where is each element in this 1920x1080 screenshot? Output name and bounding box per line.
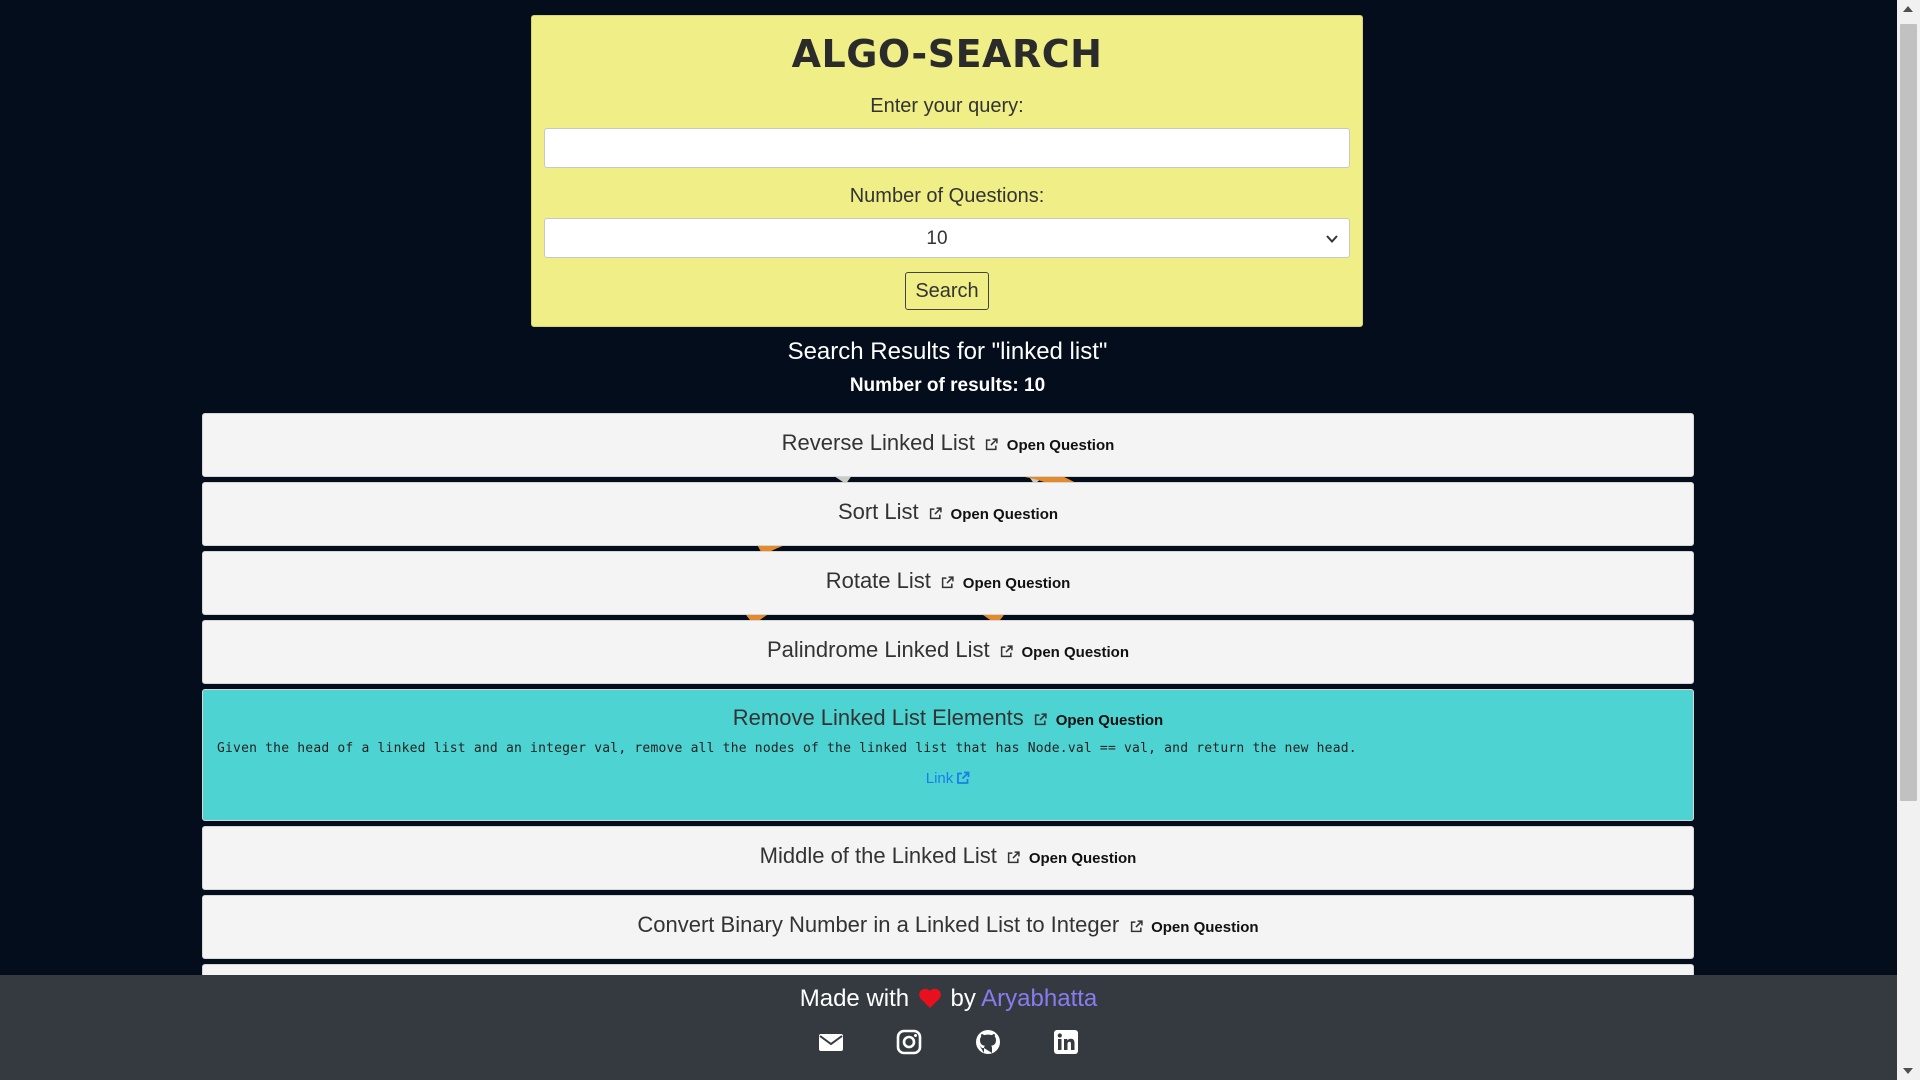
- open-question-link[interactable]: Open Question: [1056, 712, 1164, 729]
- result-title: Palindrome Linked List: [767, 637, 990, 662]
- results-title: Search Results for "linked list": [787, 338, 1108, 365]
- result-title: Sort List: [837, 499, 919, 524]
- social-links: [0, 1029, 1897, 1060]
- open-question-link[interactable]: Open Question: [951, 506, 1059, 523]
- result-link[interactable]: Link: [926, 770, 971, 787]
- github-icon[interactable]: [975, 1029, 1001, 1055]
- results-list: Reverse Linked List Open Question Sort L…: [202, 413, 1694, 1033]
- external-link-icon: [942, 576, 955, 589]
- scroll-up-arrow[interactable]: [1903, 6, 1913, 12]
- external-link-icon: [957, 771, 970, 784]
- result-link-label: Link: [925, 770, 954, 787]
- author-link[interactable]: Aryabhatta: [981, 985, 1097, 1012]
- vertical-scrollbar[interactable]: [1897, 0, 1920, 1080]
- external-link-icon: [1008, 851, 1021, 864]
- num-questions-label: Number of Questions:: [849, 185, 1045, 207]
- num-questions-value: 10: [926, 228, 948, 249]
- heart-icon: [918, 988, 941, 1008]
- result-title: Convert Binary Number in a Linked List t…: [637, 912, 1120, 937]
- result-card[interactable]: Rotate List Open Question: [202, 551, 1694, 615]
- search-card: ALGO-SEARCH Enter your query: Number of …: [531, 15, 1363, 327]
- footer-credit: Made with by Aryabhatta: [0, 985, 1897, 1013]
- result-card[interactable]: Middle of the Linked List Open Question: [202, 826, 1694, 890]
- results-count: Number of results: 10: [849, 375, 1046, 396]
- instagram-icon[interactable]: [896, 1029, 922, 1055]
- search-button[interactable]: Search: [905, 272, 989, 310]
- result-description: Given the head of a linked list and an i…: [217, 741, 1357, 756]
- query-input[interactable]: [544, 128, 1350, 168]
- result-title: Middle of the Linked List: [759, 843, 997, 868]
- open-question-link[interactable]: Open Question: [1021, 644, 1129, 661]
- external-link-icon: [1000, 645, 1013, 658]
- external-link-icon: [986, 438, 999, 451]
- result-card-expanded[interactable]: Remove Linked List Elements Open Questio…: [202, 689, 1694, 821]
- chevron-down-icon: [1326, 235, 1338, 243]
- made-with-text: Made with: [799, 985, 910, 1012]
- num-questions-select[interactable]: 10: [544, 218, 1350, 258]
- external-link-icon: [929, 507, 942, 520]
- by-text: by: [950, 985, 976, 1012]
- scroll-thumb[interactable]: [1900, 24, 1917, 801]
- query-label: Enter your query:: [870, 95, 1024, 117]
- result-card[interactable]: Palindrome Linked List Open Question: [202, 620, 1694, 684]
- result-card[interactable]: Sort List Open Question: [202, 482, 1694, 546]
- external-link-icon: [1035, 713, 1047, 726]
- footer: Made with by Aryabhatta: [0, 975, 1897, 1080]
- result-title: Rotate List: [825, 568, 931, 593]
- open-question-link[interactable]: Open Question: [1151, 919, 1259, 936]
- mail-icon[interactable]: [818, 1029, 844, 1055]
- result-title: Reverse Linked List: [781, 430, 975, 455]
- linkedin-icon[interactable]: [1053, 1029, 1079, 1055]
- scroll-down-arrow[interactable]: [1903, 1068, 1913, 1074]
- app-title: ALGO-SEARCH: [791, 32, 1103, 76]
- open-question-link[interactable]: Open Question: [1029, 850, 1137, 867]
- page: ALGO-SEARCH Enter your query: Number of …: [0, 0, 1897, 1080]
- result-card[interactable]: Convert Binary Number in a Linked List t…: [202, 895, 1694, 959]
- result-card[interactable]: Reverse Linked List Open Question: [202, 413, 1694, 477]
- result-title: Remove Linked List Elements: [732, 705, 1024, 730]
- open-question-link[interactable]: Open Question: [1007, 437, 1115, 454]
- open-question-link[interactable]: Open Question: [963, 575, 1071, 592]
- external-link-icon: [1130, 920, 1143, 933]
